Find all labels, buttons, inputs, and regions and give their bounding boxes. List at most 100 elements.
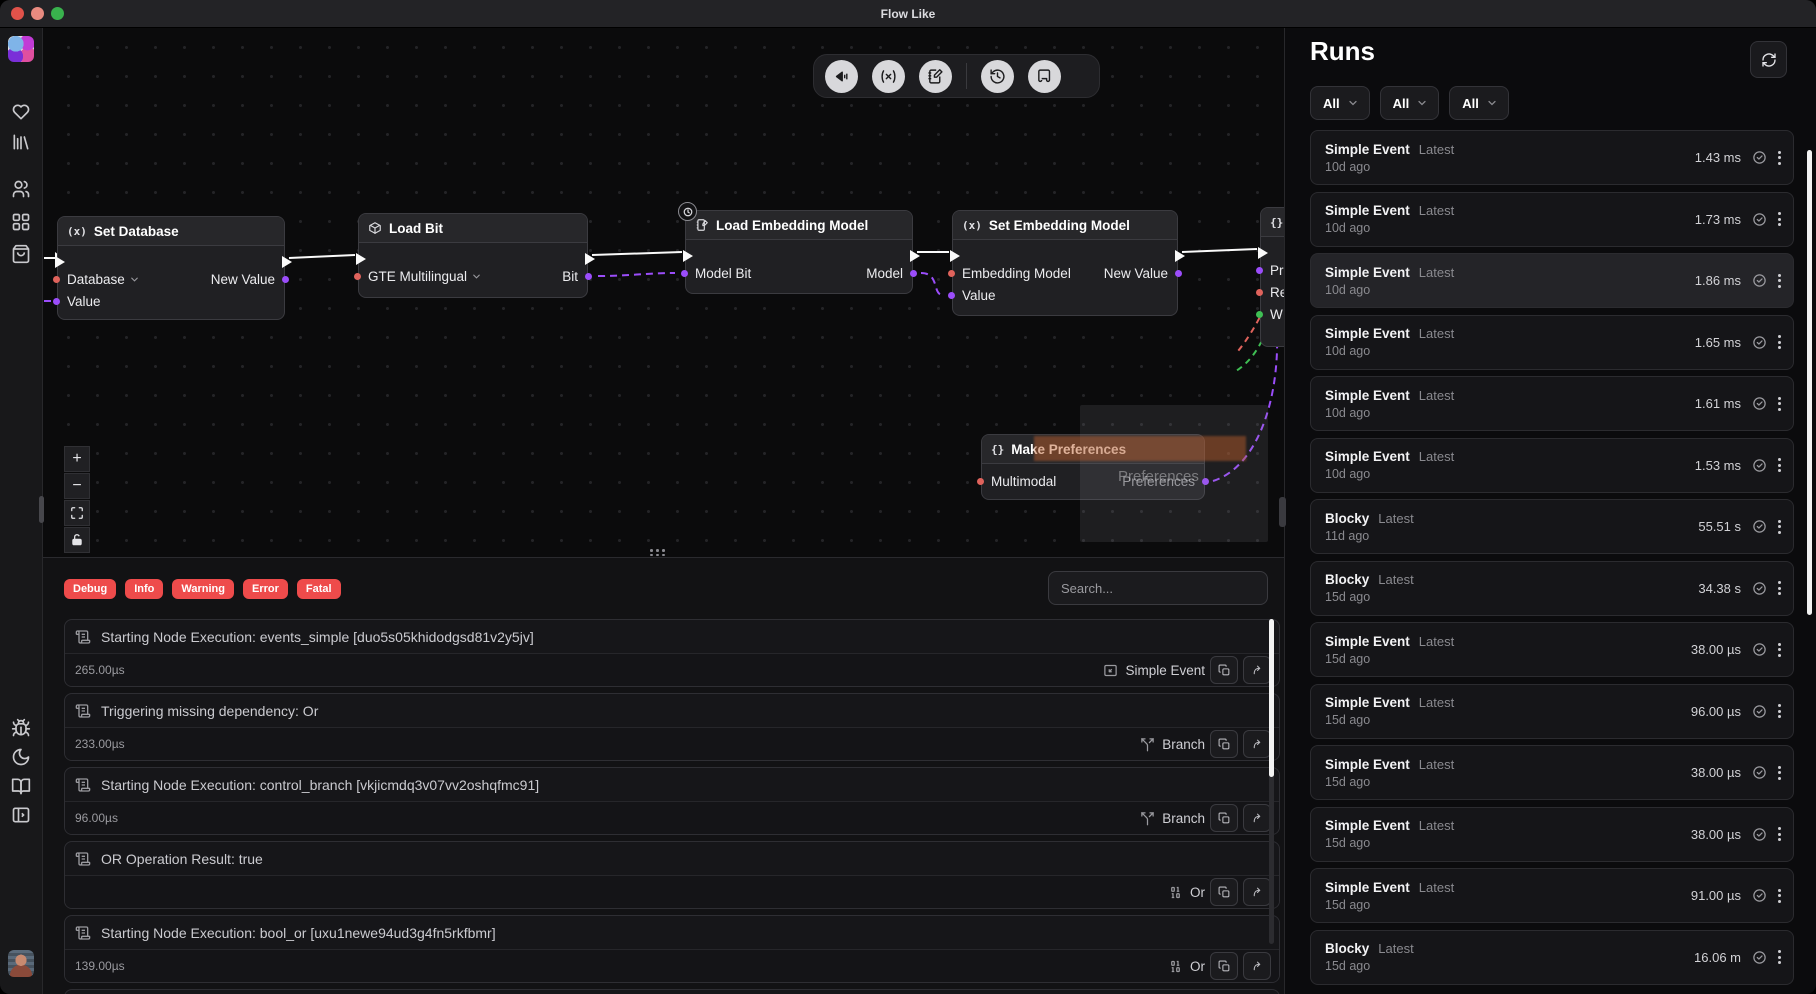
kebab-menu-icon[interactable] — [1778, 212, 1781, 226]
data-in-pin[interactable] — [1256, 311, 1263, 318]
bug-icon[interactable] — [9, 716, 33, 740]
data-in-pin[interactable] — [53, 298, 60, 305]
kebab-menu-icon[interactable] — [1778, 827, 1781, 841]
log-search-input[interactable] — [1048, 571, 1268, 605]
data-in-pin[interactable] — [948, 270, 955, 277]
input-dropdown[interactable]: Database — [67, 272, 140, 287]
log-entry[interactable]: Starting Node Execution: events_simple [… — [64, 619, 1280, 687]
app-logo-icon[interactable] — [8, 36, 34, 62]
kebab-menu-icon[interactable] — [1778, 151, 1781, 165]
run-item[interactable]: Simple Event Latest 10d ago 1.43 ms — [1310, 130, 1794, 185]
users-icon[interactable] — [9, 177, 33, 201]
data-in-pin[interactable] — [977, 478, 984, 485]
copy-button[interactable] — [1210, 878, 1238, 906]
node-header[interactable]: Load Bit — [359, 214, 587, 243]
kebab-menu-icon[interactable] — [1778, 950, 1781, 964]
kebab-menu-icon[interactable] — [1778, 397, 1781, 411]
kebab-menu-icon[interactable] — [1778, 274, 1781, 288]
run-item[interactable]: Simple Event Latest 10d ago 1.53 ms — [1310, 438, 1794, 493]
copy-button[interactable] — [1210, 952, 1238, 980]
kebab-menu-icon[interactable] — [1778, 704, 1781, 718]
exec-out-pin[interactable] — [910, 250, 920, 262]
node-header[interactable]: {} — [1261, 208, 1284, 237]
log-entry[interactable]: Triggering missing dependency: Or 233.00… — [64, 693, 1280, 761]
copy-button[interactable] — [1210, 730, 1238, 758]
node-load-embedding-model[interactable]: Load Embedding Model Model Bit Model — [685, 210, 913, 294]
flow-canvas[interactable]: (x) Set Database Database New Value Valu… — [42, 27, 1284, 557]
grid-icon[interactable] — [9, 210, 33, 234]
node-set-embedding-model[interactable]: (x) Set Embedding Model Embedding Model … — [952, 210, 1178, 316]
data-in-pin[interactable] — [1256, 289, 1263, 296]
run-item[interactable]: Simple Event Latest 15d ago 96.00 µs — [1310, 684, 1794, 739]
exec-out-pin[interactable] — [585, 253, 595, 265]
history-icon[interactable] — [981, 60, 1014, 93]
node-load-bit[interactable]: Load Bit GTE Multilingual Bit — [358, 213, 588, 298]
log-level-badge[interactable]: Debug — [64, 579, 116, 599]
script-scroll-icon[interactable] — [1028, 60, 1061, 93]
data-in-pin[interactable] — [1256, 267, 1263, 274]
exec-in-pin[interactable] — [356, 253, 366, 265]
jump-to-node-button[interactable] — [1243, 952, 1271, 980]
lock-button[interactable] — [64, 527, 90, 553]
log-level-badge[interactable]: Error — [243, 579, 288, 599]
jump-to-node-button[interactable] — [1243, 804, 1271, 832]
refresh-button[interactable] — [1750, 41, 1787, 78]
runs-filter-dropdown[interactable]: All — [1449, 86, 1509, 120]
kebab-menu-icon[interactable] — [1778, 766, 1781, 780]
node-header[interactable]: (x) Set Database — [58, 217, 284, 246]
sidebar-resize-handle[interactable] — [39, 496, 44, 523]
kebab-menu-icon[interactable] — [1778, 581, 1781, 595]
fit-view-button[interactable] — [64, 500, 90, 526]
copy-button[interactable] — [1210, 804, 1238, 832]
run-item[interactable]: Simple Event Latest 15d ago 38.00 µs — [1310, 622, 1794, 677]
run-item[interactable]: Simple Event Latest 10d ago 1.61 ms — [1310, 376, 1794, 431]
run-item[interactable]: Simple Event Latest 10d ago 1.73 ms — [1310, 192, 1794, 247]
zoom-in-button[interactable]: + — [64, 446, 90, 472]
data-out-pin[interactable] — [282, 276, 289, 283]
exec-in-pin[interactable] — [1258, 247, 1268, 259]
jump-to-node-button[interactable] — [1243, 656, 1271, 684]
exec-in-pin[interactable] — [55, 256, 65, 268]
runs-scrollbar-thumb[interactable] — [1807, 150, 1812, 615]
node-header[interactable]: (x) Set Embedding Model — [953, 211, 1177, 240]
run-item[interactable]: Blocky Latest 15d ago 34.38 s — [1310, 561, 1794, 616]
data-in-pin[interactable] — [948, 292, 955, 299]
data-in-pin[interactable] — [354, 273, 361, 280]
node-header[interactable]: Load Embedding Model — [686, 211, 912, 240]
runs-panel-resize-handle[interactable] — [1279, 497, 1286, 527]
node-set-database[interactable]: (x) Set Database Database New Value Valu… — [57, 216, 285, 320]
kebab-menu-icon[interactable] — [1778, 335, 1781, 349]
run-item[interactable]: Simple Event Latest 10d ago 1.65 ms — [1310, 315, 1794, 370]
log-scrollbar-thumb[interactable] — [1269, 619, 1274, 777]
data-out-pin[interactable] — [585, 273, 592, 280]
data-in-pin[interactable] — [53, 276, 60, 283]
exec-in-pin[interactable] — [950, 250, 960, 262]
data-in-pin[interactable] — [681, 270, 688, 277]
run-item[interactable]: Simple Event Latest 15d ago 91.00 µs — [1310, 868, 1794, 923]
kebab-menu-icon[interactable] — [1778, 889, 1781, 903]
log-entry[interactable]: Hi — [64, 989, 1280, 994]
log-level-badge[interactable]: Fatal — [297, 579, 341, 599]
moon-icon[interactable] — [9, 745, 33, 769]
log-entry[interactable]: Starting Node Execution: control_branch … — [64, 767, 1280, 835]
exec-in-pin[interactable] — [683, 250, 693, 262]
run-item[interactable]: Blocky Latest 15d ago 16.06 m — [1310, 930, 1794, 985]
log-entry[interactable]: Starting Node Execution: bool_or [uxu1ne… — [64, 915, 1280, 983]
runs-filter-dropdown[interactable]: All — [1310, 86, 1370, 120]
log-level-badge[interactable]: Warning — [172, 579, 234, 599]
log-level-badge[interactable]: Info — [125, 579, 163, 599]
panel-left-icon[interactable] — [9, 803, 33, 827]
book-open-icon[interactable] — [9, 774, 33, 798]
kebab-menu-icon[interactable] — [1778, 643, 1781, 657]
log-panel-resize-handle[interactable] — [650, 549, 666, 556]
zoom-out-button[interactable]: − — [64, 473, 90, 499]
node-json-partial[interactable]: {} Pr Re W — [1260, 207, 1284, 347]
data-out-pin[interactable] — [1175, 270, 1182, 277]
log-entry[interactable]: OR Operation Result: true Or — [64, 841, 1280, 909]
kebab-menu-icon[interactable] — [1778, 520, 1781, 534]
data-out-pin[interactable] — [910, 270, 917, 277]
run-item[interactable]: Blocky Latest 11d ago 55.51 s — [1310, 499, 1794, 554]
runs-filter-dropdown[interactable]: All — [1380, 86, 1440, 120]
kebab-menu-icon[interactable] — [1778, 458, 1781, 472]
user-avatar[interactable] — [8, 950, 34, 977]
